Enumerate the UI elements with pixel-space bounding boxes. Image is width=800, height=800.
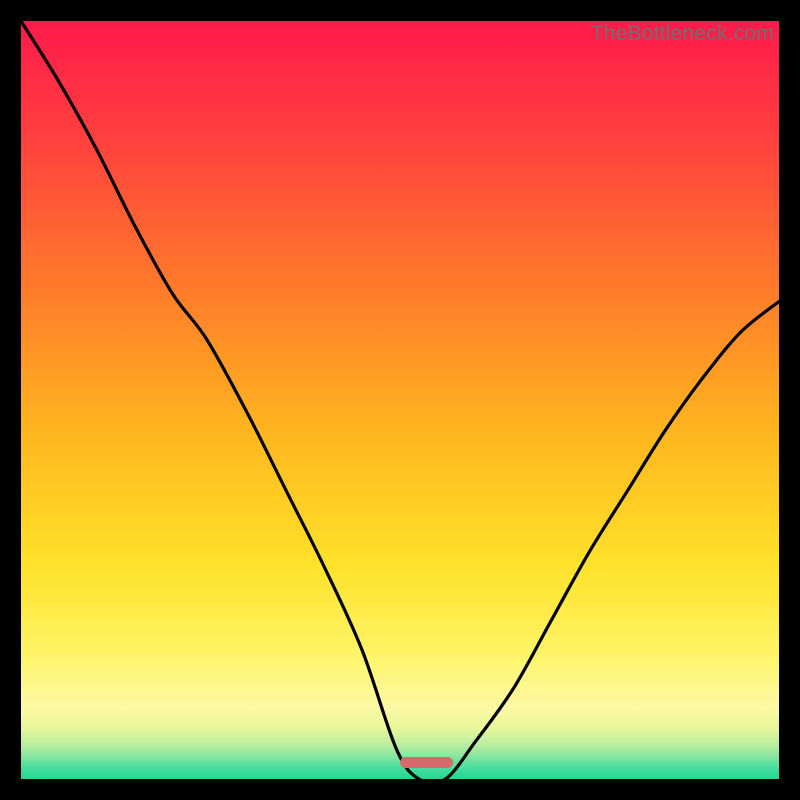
chart-frame: TheBottleneck.com — [21, 21, 779, 779]
chart-gradient-background — [21, 21, 779, 779]
